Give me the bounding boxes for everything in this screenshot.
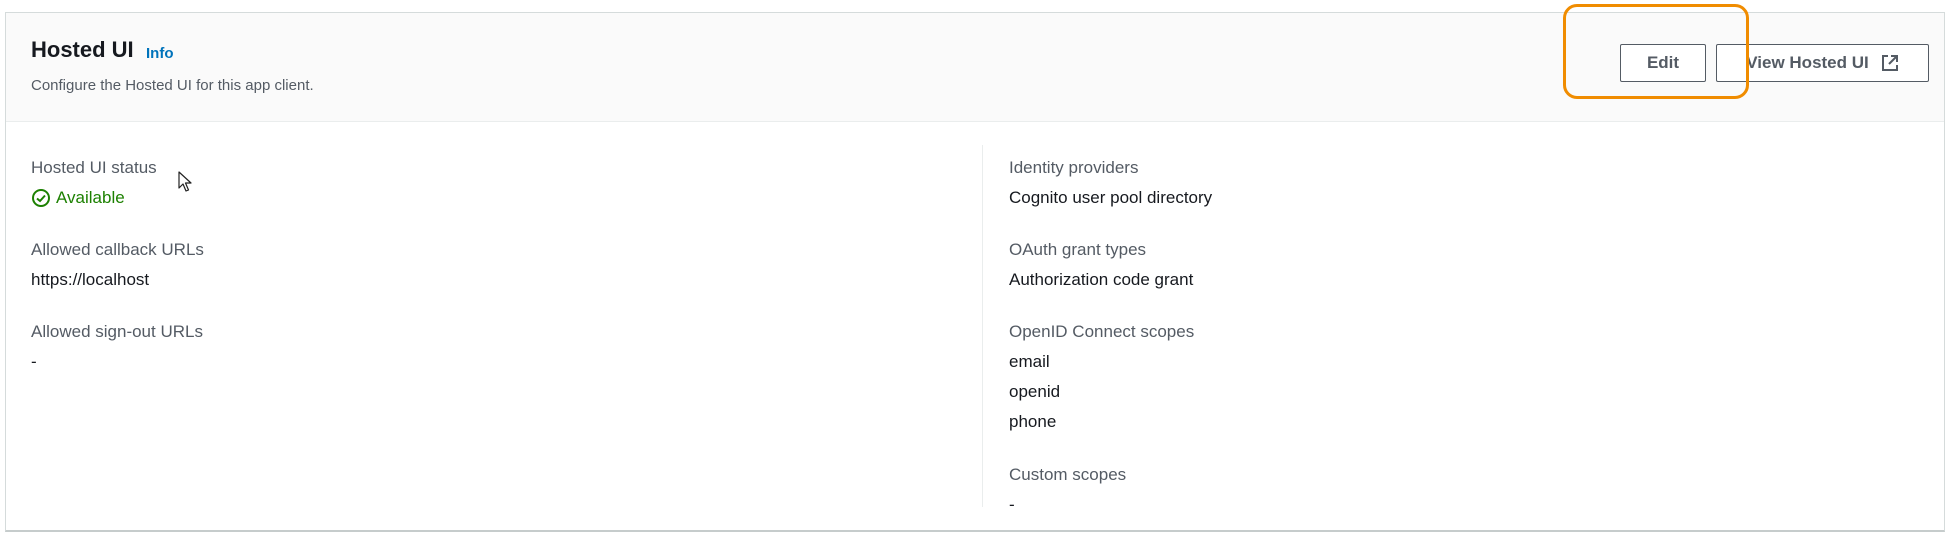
external-link-icon (1881, 55, 1898, 71)
status-value: Available (56, 188, 125, 207)
hosted-ui-panel: Hosted UI Info Configure the Hosted UI f… (5, 12, 1945, 532)
view-hosted-ui-button[interactable]: View Hosted UI (1716, 44, 1929, 82)
oidc-scope-item: email (1009, 352, 1050, 371)
custom-scopes-label: Custom scopes (1009, 465, 1127, 484)
view-hosted-ui-label: View Hosted UI (1746, 53, 1869, 72)
grant-types-value: Authorization code grant (1009, 270, 1194, 289)
column-divider (982, 145, 983, 507)
edit-button[interactable]: Edit (1620, 44, 1706, 82)
signout-urls-value: - (31, 352, 37, 371)
identity-providers-label: Identity providers (1009, 158, 1139, 177)
custom-scopes-field: Custom scopes - (1009, 464, 1126, 516)
hosted-ui-status-label: Hosted UI status (31, 158, 157, 177)
grant-types-label: OAuth grant types (1009, 240, 1147, 259)
identity-providers-field: Identity providers Cognito user pool dir… (1009, 157, 1212, 209)
identity-providers-value: Cognito user pool directory (1009, 188, 1213, 207)
page-title: Hosted UI (31, 37, 134, 62)
oidc-scope-item: openid (1009, 382, 1061, 401)
custom-scopes-value: - (1009, 495, 1015, 514)
info-link[interactable]: Info (146, 45, 174, 63)
oidc-scope-item: phone (1009, 412, 1057, 431)
status-badge: Available (31, 187, 157, 209)
hosted-ui-status-field: Hosted UI status Available (31, 157, 157, 209)
grant-types-field: OAuth grant types Authorization code gra… (1009, 239, 1193, 291)
edit-button-label: Edit (1646, 53, 1680, 72)
oidc-scopes-field: OpenID Connect scopes email openid phone (1009, 321, 1194, 441)
signout-urls-label: Allowed sign-out URLs (31, 322, 203, 341)
panel-description: Configure the Hosted UI for this app cli… (31, 77, 314, 94)
callback-urls-label: Allowed callback URLs (31, 240, 204, 259)
oidc-scopes-list: email openid phone (1009, 351, 1194, 441)
panel-header: Hosted UI Info Configure the Hosted UI f… (6, 13, 1944, 122)
oidc-scopes-label: OpenID Connect scopes (1009, 322, 1195, 341)
callback-urls-value: https://localhost (31, 270, 150, 289)
check-circle-icon (32, 189, 50, 207)
signout-urls-field: Allowed sign-out URLs - (31, 321, 203, 373)
callback-urls-field: Allowed callback URLs https://localhost (31, 239, 204, 291)
